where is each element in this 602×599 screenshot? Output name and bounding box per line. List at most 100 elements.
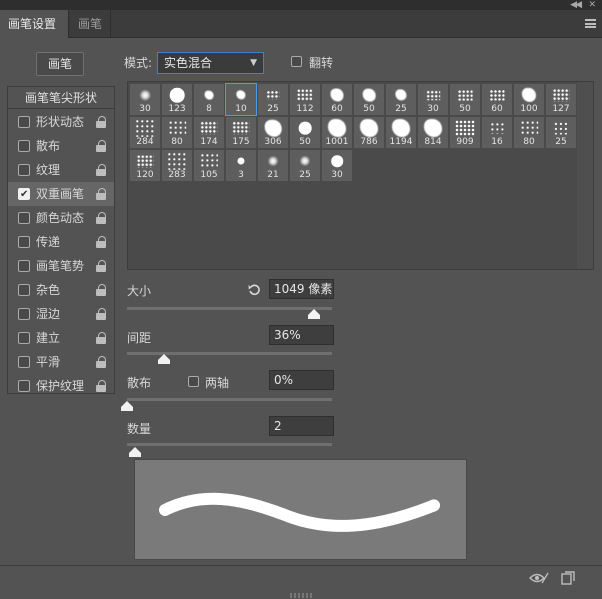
brush-tip[interactable]: 30 — [417, 83, 449, 116]
count-slider-thumb[interactable] — [129, 447, 142, 457]
lock-icon[interactable] — [96, 236, 106, 248]
brush-tip[interactable]: 10 — [225, 83, 257, 116]
brush-tip[interactable]: 909 — [449, 116, 481, 149]
count-slider-track[interactable] — [127, 443, 332, 446]
size-slider-track[interactable] — [127, 307, 332, 310]
both-axes-checkbox[interactable] — [188, 376, 199, 387]
sidebar-item[interactable]: 颜色动态 — [8, 206, 114, 230]
brush-tip[interactable]: 21 — [257, 149, 289, 182]
mode-select[interactable]: 实色混合 ▼ — [157, 52, 264, 74]
sidebar-item-checkbox[interactable] — [18, 183, 30, 207]
create-new-brush-icon[interactable] — [561, 571, 575, 585]
lock-icon[interactable] — [96, 164, 106, 176]
brush-tip-shape — [521, 87, 537, 103]
brush-tip[interactable]: 25 — [545, 116, 577, 149]
panel-menu-icon[interactable] — [585, 19, 596, 28]
lock-icon[interactable] — [96, 188, 106, 200]
scatter-slider-thumb[interactable] — [121, 401, 133, 411]
sidebar-item-checkbox[interactable] — [18, 164, 30, 176]
brush-tip[interactable]: 786 — [353, 116, 385, 149]
sidebar-item[interactable]: 湿边 — [8, 302, 114, 326]
lock-icon[interactable] — [96, 356, 106, 368]
sidebar-item[interactable]: 平滑 — [8, 350, 114, 374]
brush-tip[interactable]: 175 — [225, 116, 257, 149]
brush-tip[interactable]: 50 — [353, 83, 385, 116]
lock-icon[interactable] — [96, 332, 106, 344]
brush-tip[interactable]: 105 — [193, 149, 225, 182]
close-panel-icon[interactable]: ✕ — [588, 0, 596, 10]
lock-icon[interactable] — [96, 140, 106, 152]
brush-tip[interactable]: 8 — [193, 83, 225, 116]
scatter-input[interactable]: 0% — [269, 370, 334, 390]
brush-tip[interactable]: 50 — [289, 116, 321, 149]
brush-tip[interactable]: 123 — [161, 83, 193, 116]
sidebar-item-checkbox[interactable] — [18, 284, 30, 296]
sidebar-item[interactable]: 散布 — [8, 134, 114, 158]
lock-icon[interactable] — [96, 380, 106, 392]
size-input[interactable]: 1049 像素 — [269, 279, 334, 299]
flip-checkbox[interactable] — [291, 56, 302, 67]
spacing-slider-thumb[interactable] — [157, 354, 170, 364]
brush-tip-shape — [200, 121, 218, 135]
sidebar-item[interactable]: 保护纹理 — [8, 374, 114, 398]
chevron-down-icon: ▼ — [250, 58, 257, 68]
brush-tip-shape-item[interactable]: 画笔笔尖形状 — [8, 87, 114, 109]
reset-size-icon[interactable] — [248, 283, 261, 296]
scatter-slider-track[interactable] — [127, 398, 332, 401]
sidebar-item-checkbox[interactable] — [18, 356, 30, 368]
brush-tip[interactable]: 30 — [129, 83, 161, 116]
sidebar-item[interactable]: 纹理 — [8, 158, 114, 182]
resize-grip[interactable] — [290, 593, 312, 598]
brush-tip[interactable]: 306 — [257, 116, 289, 149]
brush-tip[interactable]: 80 — [513, 116, 545, 149]
lock-icon[interactable] — [96, 260, 106, 272]
brush-grid-scrollbar[interactable] — [577, 82, 593, 269]
lock-icon[interactable] — [96, 212, 106, 224]
count-input[interactable]: 2 — [269, 416, 334, 436]
brush-tip[interactable]: 174 — [193, 116, 225, 149]
sidebar-item-checkbox[interactable] — [18, 308, 30, 320]
sidebar-item[interactable]: 建立 — [8, 326, 114, 350]
brush-tip[interactable]: 25 — [257, 83, 289, 116]
lock-icon[interactable] — [96, 284, 106, 296]
sidebar-item[interactable]: 形状动态 — [8, 110, 114, 134]
brush-tip[interactable]: 283 — [161, 149, 193, 182]
brush-tip[interactable]: 127 — [545, 83, 577, 116]
brush-tip[interactable]: 60 — [321, 83, 353, 116]
sidebar-item-checkbox[interactable] — [18, 116, 30, 128]
brush-tip[interactable]: 50 — [449, 83, 481, 116]
brush-tip[interactable]: 112 — [289, 83, 321, 116]
toggle-preview-icon[interactable] — [529, 572, 549, 584]
brush-tip[interactable]: 25 — [289, 149, 321, 182]
sidebar-item-checkbox[interactable] — [18, 236, 30, 248]
brush-tip[interactable]: 100 — [513, 83, 545, 116]
sidebar-item-checkbox[interactable] — [18, 380, 30, 392]
tab-brush-settings[interactable]: 画笔设置 — [0, 10, 69, 38]
sidebar-item[interactable]: 双重画笔 — [8, 182, 114, 207]
brush-tip[interactable]: 60 — [481, 83, 513, 116]
sidebar-item[interactable]: 传递 — [8, 230, 114, 254]
brush-tip[interactable]: 1001 — [321, 116, 353, 149]
size-slider-thumb[interactable] — [307, 309, 320, 319]
sidebar-item[interactable]: 杂色 — [8, 278, 114, 302]
collapse-panel-icon[interactable]: ◀◀ — [570, 0, 582, 10]
brush-tip[interactable]: 814 — [417, 116, 449, 149]
brush-tip[interactable]: 1194 — [385, 116, 417, 149]
brush-tip[interactable]: 25 — [385, 83, 417, 116]
sidebar-item-checkbox[interactable] — [18, 332, 30, 344]
lock-icon[interactable] — [96, 308, 106, 320]
sidebar-item-checkbox[interactable] — [18, 260, 30, 272]
lock-icon[interactable] — [96, 116, 106, 128]
tab-brushes[interactable]: 画笔 — [70, 10, 112, 38]
brush-tip[interactable]: 16 — [481, 116, 513, 149]
brush-tip[interactable]: 80 — [161, 116, 193, 149]
sidebar-item[interactable]: 画笔笔势 — [8, 254, 114, 278]
sidebar-item-checkbox[interactable] — [18, 140, 30, 152]
brush-tip[interactable]: 120 — [129, 149, 161, 182]
brush-presets-button[interactable]: 画笔 — [36, 52, 84, 76]
brush-tip[interactable]: 3 — [225, 149, 257, 182]
brush-tip[interactable]: 30 — [321, 149, 353, 182]
spacing-input[interactable]: 36% — [269, 325, 334, 345]
sidebar-item-checkbox[interactable] — [18, 212, 30, 224]
brush-tip[interactable]: 284 — [129, 116, 161, 149]
